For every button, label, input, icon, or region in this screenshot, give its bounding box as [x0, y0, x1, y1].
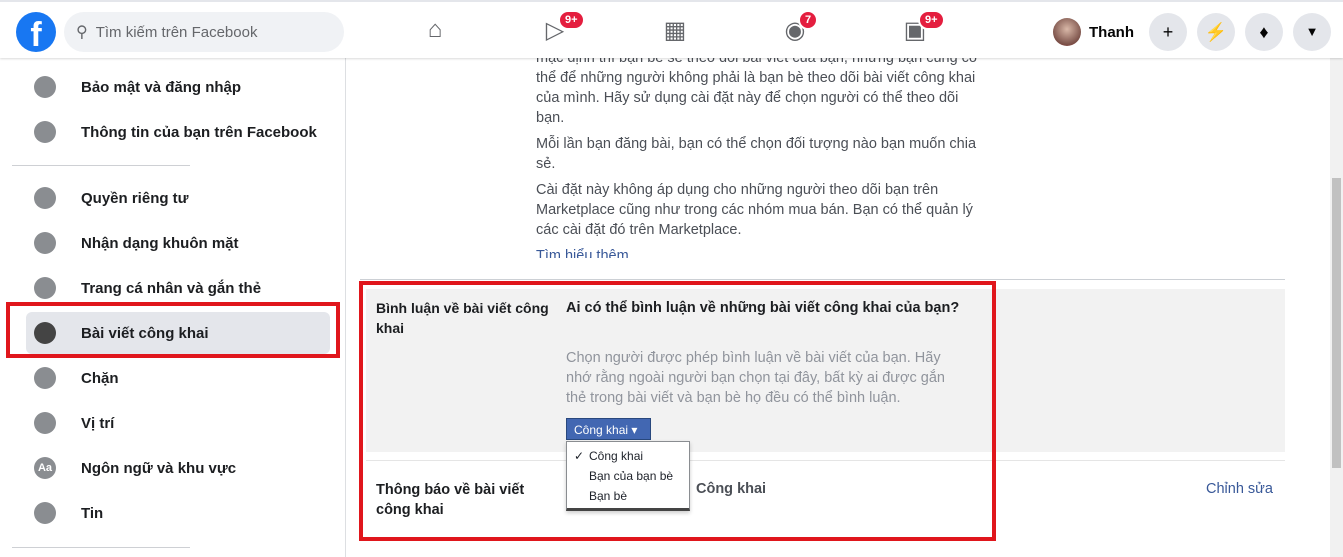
sidebar-item-language[interactable]: Aa Ngôn ngữ và khu vực — [26, 447, 330, 489]
avatar — [1053, 18, 1081, 46]
check-icon: ✓ — [574, 449, 585, 463]
top-navbar: f ⚲ Tìm kiếm trên Facebook ⌂ ▷ 9+ ▦ ◉ 7 ▣ 9+… — [0, 0, 1343, 58]
edit-link[interactable]: Chỉnh sửa — [1206, 481, 1273, 497]
sidebar-item-blocking[interactable]: Chặn — [26, 357, 330, 399]
sidebar-item-your-info[interactable]: Thông tin của bạn trên Facebook — [26, 111, 330, 153]
menu-item-friends[interactable]: Bạn bè — [567, 486, 689, 506]
menu-item-public[interactable]: ✓ Công khai — [567, 446, 689, 466]
sidebar-item-stories[interactable]: Tin — [26, 492, 330, 534]
followers-description: mặc định thì bạn bè sẽ theo dõi bài viết… — [536, 48, 986, 258]
location-pin-icon — [34, 412, 56, 434]
sidebar-item-privacy[interactable]: Quyền riêng tư — [26, 177, 330, 219]
sidebar-item-location[interactable]: Vị trí — [26, 402, 330, 444]
book-icon — [34, 502, 56, 524]
gaming-icon[interactable]: ▣ 9+ — [900, 10, 945, 46]
groups-badge: 7 — [798, 10, 819, 30]
marketplace-icon[interactable]: ▦ — [660, 16, 690, 46]
sidebar-item-face-recognition[interactable]: Nhận dạng khuôn mặt — [26, 222, 330, 264]
tag-icon — [34, 277, 56, 299]
groups-icon[interactable]: ◉ 7 — [780, 10, 819, 46]
lock-icon — [34, 187, 56, 209]
grid-icon — [34, 121, 56, 143]
gaming-badge: 9+ — [918, 10, 945, 30]
audience-menu: ✓ Công khai Bạn của bạn bè Bạn bè — [566, 441, 690, 511]
home-icon[interactable]: ⌂ — [420, 16, 450, 46]
scrollbar-thumb[interactable] — [1332, 178, 1341, 468]
menu-item-friends-of-friends[interactable]: Bạn của bạn bè — [567, 466, 689, 486]
caret-down-icon[interactable]: ▼ — [1293, 13, 1331, 51]
watch-badge: 9+ — [558, 10, 585, 30]
messenger-icon[interactable]: ⚡ — [1197, 13, 1235, 51]
search-icon: ⚲ — [76, 24, 88, 41]
divider — [360, 279, 1285, 280]
learn-more-link[interactable]: Tìm hiểu thêm — [536, 248, 629, 258]
block-user-icon — [34, 367, 56, 389]
divider — [12, 547, 190, 548]
facebook-logo[interactable]: f — [16, 12, 56, 52]
plus-icon[interactable]: + — [1149, 13, 1187, 51]
highlight-box — [6, 302, 340, 358]
face-icon — [34, 232, 56, 254]
shield-icon — [34, 76, 56, 98]
watch-icon[interactable]: ▷ 9+ — [540, 10, 585, 46]
language-icon: Aa — [34, 457, 56, 479]
profile-link[interactable]: Thanh — [1053, 18, 1134, 46]
search-input[interactable]: ⚲ Tìm kiếm trên Facebook — [64, 12, 344, 52]
sidebar-item-security[interactable]: Bảo mật và đăng nhập — [26, 66, 330, 108]
bell-icon[interactable]: ♦ — [1245, 13, 1283, 51]
scrollbar[interactable] — [1330, 58, 1343, 557]
divider — [12, 165, 190, 166]
